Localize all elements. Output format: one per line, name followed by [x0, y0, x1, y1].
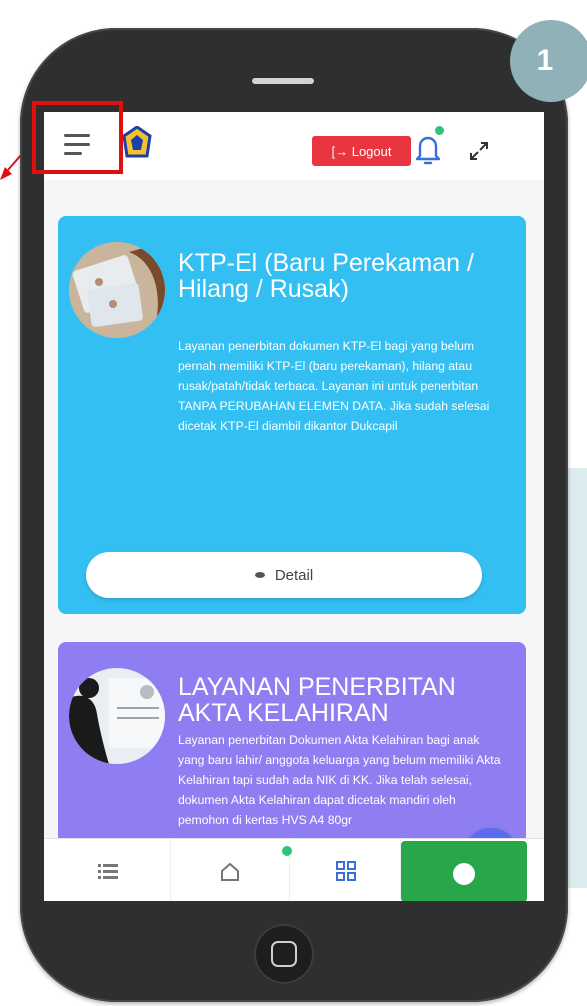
card-description: Layanan penerbitan dokumen KTP-El bagi y… — [178, 339, 490, 433]
nav-item-chat[interactable] — [401, 841, 527, 901]
home-icon — [221, 862, 239, 881]
phone-frame: [→ Logout KTP-El (Baru Perekaman / Hilan… — [20, 28, 568, 1002]
detail-button[interactable]: Detail — [86, 552, 482, 598]
service-card-ktp: KTP-El (Baru Perekaman / Hilang / Rusak)… — [58, 216, 526, 614]
bell-icon[interactable] — [414, 132, 442, 168]
card-title: LAYANAN PENERBITAN AKTA KELAHIRAN — [178, 673, 456, 727]
home-button-icon — [271, 941, 297, 967]
detail-button-label: Detail — [274, 566, 314, 584]
side-panel — [565, 468, 587, 888]
list-icon — [98, 864, 118, 879]
card-title: KTP-El (Baru Perekaman / Hilang / Rusak) — [178, 249, 474, 303]
logout-button[interactable]: [→ Logout — [312, 136, 411, 166]
app-screen: [→ Logout KTP-El (Baru Perekaman / Hilan… — [44, 112, 544, 901]
menu-highlight-box — [32, 101, 123, 174]
dukcapil-logo-icon — [122, 126, 152, 158]
chat-icon — [453, 863, 475, 885]
ktp-card-image — [69, 242, 165, 338]
step-number-badge: 1 — [510, 20, 587, 102]
nav-item-home[interactable] — [171, 839, 290, 901]
fullscreen-icon[interactable] — [468, 140, 490, 162]
grid-icon — [336, 861, 356, 881]
bottom-navigation — [44, 838, 544, 901]
phone-speaker — [252, 78, 314, 84]
nav-item-grid[interactable] — [290, 839, 401, 901]
notification-dot — [435, 126, 444, 135]
akta-card-image — [69, 668, 165, 764]
phone-home-button[interactable] — [254, 924, 314, 984]
card-description: Layanan penerbitan Dokumen Akta Kelahira… — [178, 733, 501, 827]
eye-icon — [254, 572, 265, 578]
nav-item-list[interactable] — [44, 839, 171, 901]
